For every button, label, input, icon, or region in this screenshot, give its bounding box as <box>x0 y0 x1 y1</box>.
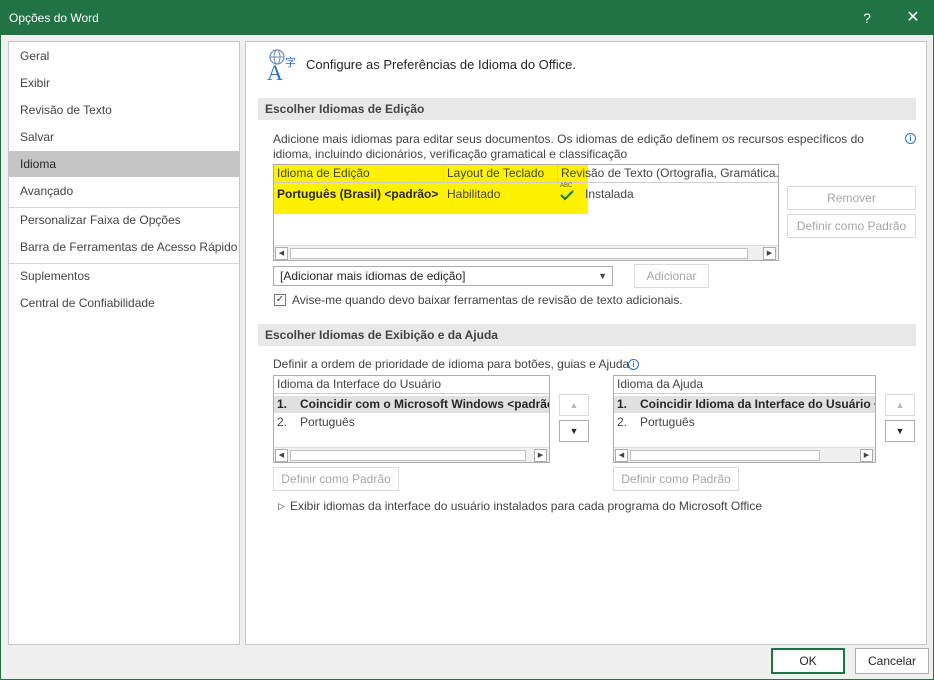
scroll-left-icon[interactable]: ◀ <box>615 449 628 462</box>
move-down-button[interactable]: ▼ <box>559 420 589 442</box>
ok-button[interactable]: OK <box>771 648 845 674</box>
add-language-dropdown[interactable]: [Adicionar mais idiomas de edição] ▼ <box>273 266 613 286</box>
chevron-down-icon: ▼ <box>598 271 607 281</box>
svg-text:字: 字 <box>285 55 296 69</box>
keyboard-cell: Habilitado <box>447 187 501 201</box>
sidebar-item-central-confiabilidade[interactable]: Central de Confiabilidade <box>9 290 239 316</box>
list-item-number: 2. <box>277 415 288 429</box>
horizontal-scrollbar[interactable]: ◀ ▶ <box>274 447 549 462</box>
language-cell: Português (Brasil) <padrão> <box>277 187 439 201</box>
help-language-header: Idioma da Ajuda <box>614 376 875 394</box>
add-button[interactable]: Adicionar <box>634 264 709 288</box>
sidebar-item-revisao[interactable]: Revisão de Texto <box>9 97 239 123</box>
set-default-ui-button[interactable]: Definir como Padrão <box>273 467 399 491</box>
section-display-languages: Escolher Idiomas de Exibição e da Ajuda <box>258 324 916 346</box>
expander-link[interactable]: Exibir idiomas da interface do usuário i… <box>290 499 762 514</box>
ui-language-list: Idioma da Interface do Usuário 1. Coinci… <box>273 375 550 463</box>
section-editing-languages: Escolher Idiomas de Edição <box>258 98 916 120</box>
move-up-button[interactable]: ▲ <box>559 394 589 416</box>
expander-icon[interactable]: ▷ <box>278 499 285 514</box>
scroll-left-icon[interactable]: ◀ <box>275 247 288 260</box>
editing-languages-list: Idioma de Edição Layout de Teclado Revis… <box>273 164 779 261</box>
ui-language-header: Idioma da Interface do Usuário <box>274 376 549 394</box>
language-icon: A 字 <box>267 49 296 82</box>
scroll-right-icon[interactable]: ▶ <box>763 247 776 260</box>
title-bar: Opções do Word ? ✕ <box>1 1 933 35</box>
list-item[interactable]: Coincidir Idioma da Interface do Usuário… <box>640 397 875 411</box>
horizontal-scrollbar[interactable]: ◀ ▶ <box>274 245 778 260</box>
list-item-number: 1. <box>617 397 628 411</box>
sidebar: Geral Exibir Revisão de Texto Salvar Idi… <box>8 41 240 645</box>
list-item[interactable]: Português <box>640 415 695 429</box>
move-up-button[interactable]: ▲ <box>885 394 915 416</box>
proofing-cell: Instalada <box>585 187 634 201</box>
options-dialog: Opções do Word ? ✕ Geral Exibir Revisão … <box>0 0 934 680</box>
svg-text:A: A <box>267 60 283 82</box>
sidebar-item-personalizar-faixa[interactable]: Personalizar Faixa de Opções <box>9 207 239 233</box>
sidebar-item-geral[interactable]: Geral <box>9 43 239 69</box>
scroll-thumb[interactable] <box>290 248 748 259</box>
info-icon[interactable]: i <box>628 359 639 370</box>
window-title: Opções do Word <box>9 11 99 25</box>
list-item-number: 1. <box>277 397 288 411</box>
editing-description: Adicione mais idiomas para editar seus d… <box>273 132 864 161</box>
main-panel: A 字 Configure as Preferências de Idioma … <box>245 41 927 645</box>
display-description: Definir a ordem de prioridade de idioma … <box>273 357 630 371</box>
column-header-keyboard-layout[interactable]: Layout de Teclado <box>444 165 558 183</box>
info-icon[interactable]: i <box>905 133 916 144</box>
check-icon <box>560 190 574 201</box>
horizontal-scrollbar[interactable]: ◀ ▶ <box>614 447 875 462</box>
scroll-right-icon[interactable]: ▶ <box>534 449 547 462</box>
notify-checkbox[interactable]: ✓ <box>274 294 286 306</box>
column-header-proofing[interactable]: Revisão de Texto (Ortografia, Gramática.… <box>558 165 778 183</box>
close-button[interactable]: ✕ <box>893 5 933 31</box>
sidebar-item-suplementos[interactable]: Suplementos <box>9 263 239 289</box>
list-item[interactable]: Coincidir com o Microsoft Windows <padrã… <box>300 397 549 411</box>
sidebar-item-idioma[interactable]: Idioma <box>9 151 239 177</box>
sidebar-item-exibir[interactable]: Exibir <box>9 70 239 96</box>
add-language-dropdown-value: [Adicionar mais idiomas de edição] <box>280 269 466 283</box>
scroll-left-icon[interactable]: ◀ <box>275 449 288 462</box>
remove-button[interactable]: Remover <box>787 186 916 210</box>
set-default-button[interactable]: Definir como Padrão <box>787 214 916 238</box>
sidebar-item-salvar[interactable]: Salvar <box>9 124 239 150</box>
help-button[interactable]: ? <box>847 5 887 31</box>
sidebar-item-barra-acesso-rapido[interactable]: Barra de Ferramentas de Acesso Rápido <box>9 234 239 260</box>
list-item-number: 2. <box>617 415 628 429</box>
notify-checkbox-label: Avise-me quando devo baixar ferramentas … <box>292 293 683 307</box>
set-default-help-button[interactable]: Definir como Padrão <box>613 467 739 491</box>
scroll-right-icon[interactable]: ▶ <box>860 449 873 462</box>
cancel-button[interactable]: Cancelar <box>855 648 929 674</box>
sidebar-item-avancado[interactable]: Avançado <box>9 178 239 204</box>
list-item[interactable]: Português <box>300 415 355 429</box>
move-down-button[interactable]: ▼ <box>885 420 915 442</box>
page-title: Configure as Preferências de Idioma do O… <box>306 57 577 72</box>
help-language-list: Idioma da Ajuda 1. Coincidir Idioma da I… <box>613 375 876 463</box>
column-header-editing-language[interactable]: Idioma de Edição <box>274 165 444 183</box>
scroll-thumb[interactable] <box>630 450 820 461</box>
scroll-thumb[interactable] <box>290 450 526 461</box>
